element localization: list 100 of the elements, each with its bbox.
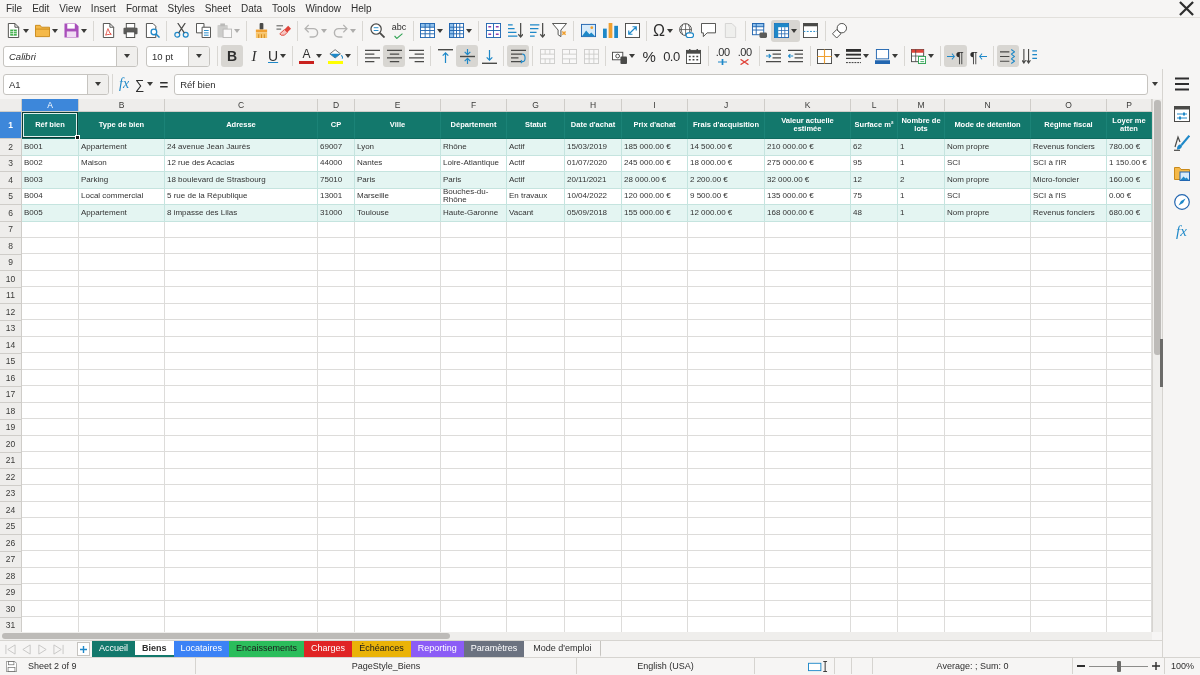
- add-sheet-button[interactable]: [77, 642, 90, 656]
- row-header[interactable]: 18: [0, 403, 22, 420]
- vertical-scrollbar[interactable]: [1152, 99, 1162, 632]
- menu-item[interactable]: Edit: [27, 1, 55, 16]
- menu-item[interactable]: Format: [120, 1, 163, 16]
- row-header[interactable]: 10: [0, 271, 22, 288]
- row-header[interactable]: 12: [0, 304, 22, 321]
- zoom-in-icon[interactable]: [1152, 662, 1160, 670]
- row-header[interactable]: 1: [0, 112, 22, 139]
- row-header[interactable]: 20: [0, 436, 22, 453]
- sidebar-handle[interactable]: [1160, 339, 1163, 387]
- sheet-tab[interactable]: Reporting: [410, 641, 464, 657]
- sheet-tab[interactable]: Mode d'emploi: [524, 641, 602, 657]
- align-left-icon: [364, 48, 380, 64]
- delete-decimal-button[interactable]: .00: [733, 45, 756, 67]
- italic-button[interactable]: I: [243, 45, 265, 67]
- menu-item[interactable]: Window: [300, 1, 346, 16]
- row-header[interactable]: 26: [0, 535, 22, 552]
- eraser-icon: [275, 23, 291, 38]
- column-header[interactable]: N: [945, 99, 1031, 112]
- sheet-tab[interactable]: Accueil: [92, 641, 135, 657]
- row-header[interactable]: 4: [0, 172, 22, 189]
- row-header[interactable]: 24: [0, 502, 22, 519]
- scrollbar-thumb[interactable]: [1154, 100, 1161, 355]
- formula-input[interactable]: Réf bien: [174, 73, 1148, 95]
- add-decimal-button[interactable]: .00: [711, 45, 734, 67]
- percent-format-button[interactable]: %: [638, 45, 661, 67]
- column-header[interactable]: P: [1107, 99, 1152, 112]
- table-cell: 75010: [318, 172, 355, 189]
- menu-item[interactable]: Insert: [85, 1, 121, 16]
- table-cell: 12 000.00 €: [688, 205, 765, 222]
- close-icon[interactable]: [1179, 1, 1194, 16]
- horizontal-scrollbar[interactable]: [0, 632, 1152, 640]
- column-header[interactable]: K: [765, 99, 851, 112]
- name-box[interactable]: A1: [3, 73, 109, 95]
- caret-icon: [147, 82, 154, 86]
- column-header[interactable]: C: [165, 99, 318, 112]
- wrap-text-button[interactable]: [507, 45, 530, 67]
- special-character-button[interactable]: Ω: [650, 19, 676, 42]
- row-header[interactable]: 16: [0, 370, 22, 387]
- sheet-tab[interactable]: Paramètres: [463, 641, 525, 657]
- folder-icon: [35, 23, 50, 38]
- scrollbar-thumb[interactable]: [2, 633, 450, 639]
- column-header[interactable]: A: [22, 99, 79, 112]
- zoom-level[interactable]: 100%: [1171, 661, 1194, 671]
- sheet-tab[interactable]: Échéances: [352, 641, 411, 657]
- row-header[interactable]: 30: [0, 601, 22, 618]
- menu-item[interactable]: File: [1, 1, 28, 16]
- column-header[interactable]: F: [441, 99, 507, 112]
- row-header[interactable]: 2: [0, 139, 22, 156]
- menu-item[interactable]: View: [54, 1, 86, 16]
- row-header[interactable]: 14: [0, 337, 22, 354]
- menu-item[interactable]: Sheet: [199, 1, 236, 16]
- table-printer-icon: [752, 23, 768, 38]
- sheet-tab[interactable]: Charges: [304, 641, 353, 657]
- row-header[interactable]: 28: [0, 568, 22, 585]
- sum-button[interactable]: ∑: [132, 73, 157, 95]
- row-header[interactable]: 6: [0, 205, 22, 222]
- menu-item[interactable]: Data: [235, 1, 268, 16]
- column-header[interactable]: L: [851, 99, 898, 112]
- formula-button[interactable]: =: [156, 73, 172, 95]
- column-header[interactable]: E: [355, 99, 441, 112]
- sheet-tab[interactable]: Locataires: [173, 641, 230, 657]
- spelling-button[interactable]: abc: [388, 19, 410, 42]
- table-cell: Paris: [355, 172, 441, 189]
- functions-button[interactable]: fx: [1168, 219, 1195, 244]
- font-size-field[interactable]: 10 pt: [146, 45, 210, 67]
- fill-handle[interactable]: [75, 135, 80, 140]
- center-vertically-button[interactable]: [456, 45, 479, 67]
- slider-thumb[interactable]: [1116, 660, 1121, 672]
- number-format-button[interactable]: 0.0: [660, 45, 683, 67]
- sheet-tab[interactable]: Encaissements: [229, 641, 305, 657]
- column-header[interactable]: B: [79, 99, 165, 112]
- menu-item[interactable]: Styles: [162, 1, 200, 16]
- right-to-left-button[interactable]: ¶: [966, 45, 990, 67]
- menu-item[interactable]: Help: [346, 1, 377, 16]
- column-header[interactable]: J: [688, 99, 765, 112]
- left-to-right-button[interactable]: ¶: [943, 45, 967, 67]
- column-header[interactable]: I: [622, 99, 688, 112]
- font-color-button[interactable]: A: [296, 45, 326, 67]
- bold-button[interactable]: B: [221, 45, 243, 67]
- row-header[interactable]: 8: [0, 238, 22, 255]
- column-header[interactable]: G: [507, 99, 565, 112]
- column-header[interactable]: D: [318, 99, 355, 112]
- grid-icon: [561, 48, 577, 64]
- menu-item[interactable]: Tools: [267, 1, 301, 16]
- row-header[interactable]: 22: [0, 469, 22, 486]
- font-name-field[interactable]: Calibri: [3, 45, 138, 67]
- column-header[interactable]: H: [565, 99, 622, 112]
- caret-icon: [124, 54, 130, 58]
- sheet-tab[interactable]: Biens: [135, 641, 174, 657]
- column-header[interactable]: M: [898, 99, 945, 112]
- table-cell: 1: [898, 205, 945, 222]
- align-center-button[interactable]: [383, 45, 406, 67]
- text-direction-button[interactable]: [996, 45, 1019, 67]
- freeze-button[interactable]: [770, 19, 800, 42]
- page-icon: [723, 23, 739, 38]
- function-wizard-button[interactable]: fx: [116, 73, 133, 95]
- underline-button[interactable]: U: [265, 45, 290, 67]
- column-header[interactable]: O: [1031, 99, 1107, 112]
